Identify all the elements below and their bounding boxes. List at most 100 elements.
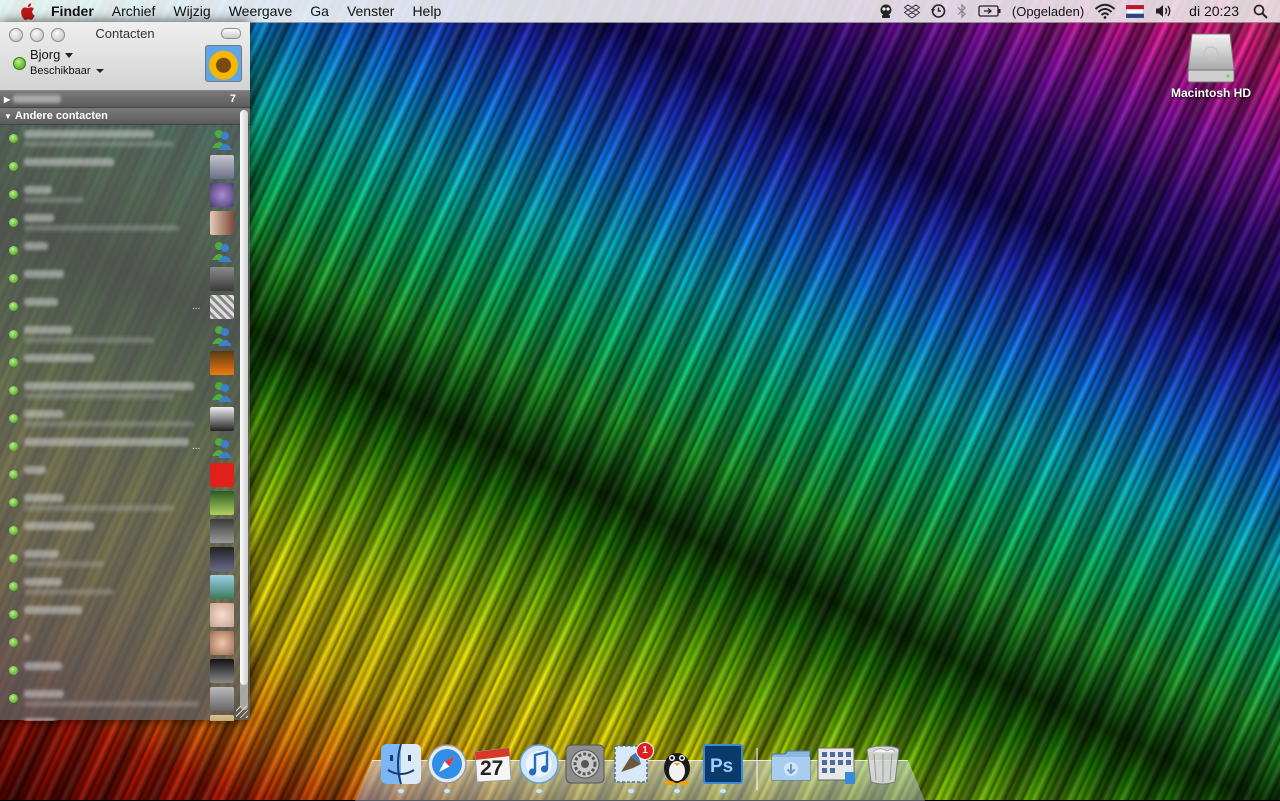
msn-buddy-icon bbox=[210, 379, 234, 403]
more-indicator: ... bbox=[192, 441, 201, 452]
contact-name bbox=[24, 466, 46, 474]
list-item[interactable] bbox=[0, 573, 250, 601]
photoshop-dock-icon[interactable]: Ps bbox=[701, 742, 745, 786]
spotlight-icon[interactable] bbox=[1249, 0, 1280, 22]
status-indicator-icon[interactable] bbox=[13, 57, 26, 70]
list-item[interactable] bbox=[0, 125, 250, 153]
ical-dock-icon[interactable]: 27 bbox=[471, 742, 515, 786]
list-item[interactable] bbox=[0, 377, 250, 405]
contact-name bbox=[24, 298, 58, 306]
contact-avatar bbox=[210, 267, 234, 291]
trash-dock-icon[interactable] bbox=[861, 742, 905, 786]
list-item[interactable] bbox=[0, 153, 250, 181]
list-item[interactable] bbox=[0, 461, 250, 489]
list-item[interactable] bbox=[0, 657, 250, 685]
dropbox-icon[interactable] bbox=[899, 0, 925, 22]
user-status-dropdown[interactable]: Beschikbaar bbox=[30, 65, 104, 77]
contact-name bbox=[24, 158, 114, 166]
disclosure-down-icon: ▼ bbox=[4, 111, 12, 121]
wifi-icon[interactable] bbox=[1089, 0, 1121, 22]
group-header-favorites[interactable]: ▶ 7 bbox=[0, 91, 250, 108]
list-item[interactable] bbox=[0, 489, 250, 517]
contacts-titlebar[interactable]: Contacten Bjorg Beschikbaar bbox=[0, 22, 250, 91]
menubar-clock[interactable]: di 20:23 bbox=[1179, 0, 1249, 22]
menu-wijzig[interactable]: Wijzig bbox=[164, 0, 219, 22]
contact-name bbox=[24, 550, 59, 558]
status-dot-icon bbox=[9, 582, 18, 591]
contact-message bbox=[24, 561, 104, 567]
contact-avatar bbox=[210, 575, 234, 599]
finder-dock-icon[interactable] bbox=[379, 742, 423, 786]
list-item[interactable] bbox=[0, 629, 250, 657]
volume-icon[interactable] bbox=[1149, 0, 1179, 22]
safari-dock-icon[interactable] bbox=[425, 742, 469, 786]
scrollbar-thumb[interactable] bbox=[240, 110, 248, 685]
group-name bbox=[13, 95, 62, 103]
status-dot-icon bbox=[9, 274, 18, 283]
contact-avatar bbox=[210, 407, 234, 431]
adium-icon[interactable] bbox=[873, 0, 899, 22]
list-item[interactable] bbox=[0, 685, 250, 713]
status-dot-icon bbox=[9, 638, 18, 647]
toolbar-toggle-button[interactable] bbox=[221, 28, 241, 39]
contact-name bbox=[24, 578, 62, 586]
list-item[interactable]: ... bbox=[0, 433, 250, 461]
contact-avatar bbox=[210, 295, 234, 319]
calendar-day: 27 bbox=[480, 757, 504, 780]
list-item[interactable] bbox=[0, 517, 250, 545]
applications-folder-dock-icon[interactable] bbox=[815, 742, 859, 786]
adium-dock-icon[interactable] bbox=[655, 742, 699, 786]
menu-weergave[interactable]: Weergave bbox=[220, 0, 302, 22]
group-header-other-contacts[interactable]: ▼ Andere contacten bbox=[0, 108, 250, 125]
apple-icon[interactable] bbox=[12, 0, 42, 22]
status-dot-icon bbox=[9, 442, 18, 451]
msn-buddy-icon bbox=[210, 239, 234, 263]
list-item[interactable] bbox=[0, 265, 250, 293]
macintosh-hd-icon[interactable]: Macintosh HD bbox=[1166, 30, 1256, 100]
list-item[interactable] bbox=[0, 545, 250, 573]
contact-avatar bbox=[210, 351, 234, 375]
menu-archief[interactable]: Archief bbox=[103, 0, 165, 22]
msn-buddy-icon bbox=[210, 435, 234, 459]
time-machine-icon[interactable] bbox=[925, 0, 951, 22]
list-item[interactable] bbox=[0, 349, 250, 377]
running-indicator bbox=[444, 789, 450, 793]
menu-ga[interactable]: Ga bbox=[301, 0, 338, 22]
contact-list[interactable]: ... ... bbox=[0, 125, 250, 721]
drive-label: Macintosh HD bbox=[1170, 86, 1251, 100]
status-dot-icon bbox=[9, 386, 18, 395]
list-item[interactable] bbox=[0, 405, 250, 433]
dock-separator bbox=[756, 748, 758, 790]
battery-icon[interactable] bbox=[973, 0, 1007, 22]
contact-name bbox=[24, 130, 154, 138]
contact-message bbox=[24, 393, 174, 399]
list-item[interactable] bbox=[0, 321, 250, 349]
contact-message bbox=[24, 589, 114, 595]
list-item[interactable] bbox=[0, 237, 250, 265]
running-indicator bbox=[536, 789, 542, 793]
user-name-dropdown[interactable]: Bjorg bbox=[30, 47, 74, 62]
status-dot-icon bbox=[9, 134, 18, 143]
battery-status[interactable]: (Opgeladen) bbox=[1007, 0, 1089, 22]
contact-list-scrollbar[interactable] bbox=[240, 110, 248, 710]
list-item[interactable] bbox=[0, 181, 250, 209]
resize-grip-icon[interactable] bbox=[236, 706, 248, 718]
list-item[interactable] bbox=[0, 601, 250, 629]
downloads-folder-dock-icon[interactable] bbox=[769, 742, 813, 786]
menu-finder[interactable]: Finder bbox=[42, 0, 103, 22]
list-item[interactable]: ... bbox=[0, 293, 250, 321]
list-item[interactable] bbox=[0, 209, 250, 237]
contact-message bbox=[24, 421, 194, 427]
status-dot-icon bbox=[9, 470, 18, 479]
menu-venster[interactable]: Venster bbox=[338, 0, 403, 22]
system-preferences-dock-icon[interactable] bbox=[563, 742, 607, 786]
user-avatar[interactable] bbox=[205, 45, 242, 82]
bluetooth-icon[interactable] bbox=[951, 0, 973, 22]
contact-name bbox=[24, 634, 30, 642]
menu-help[interactable]: Help bbox=[403, 0, 450, 22]
itunes-dock-icon[interactable] bbox=[517, 742, 561, 786]
mail-unread-badge: 1 bbox=[636, 742, 654, 760]
contact-message bbox=[24, 141, 174, 147]
flag-icon[interactable] bbox=[1121, 0, 1149, 22]
list-item[interactable] bbox=[0, 713, 250, 721]
